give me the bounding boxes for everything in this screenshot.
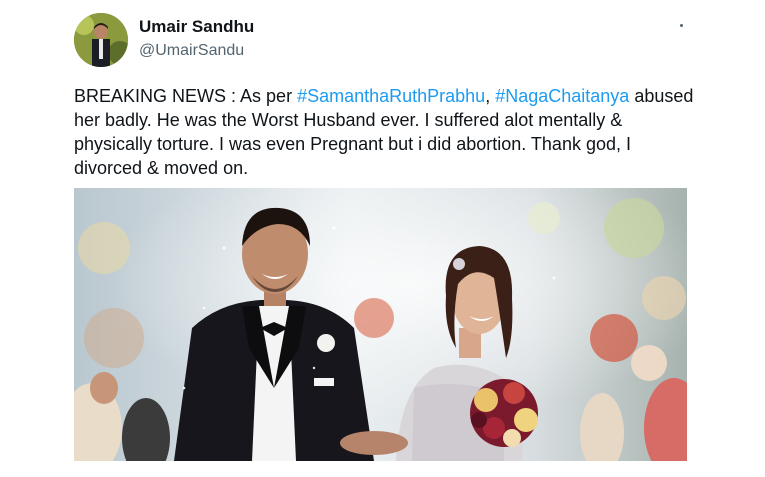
user-handle[interactable]: @UmairSandu — [139, 42, 244, 60]
wedding-photo-image[interactable] — [74, 188, 687, 461]
tweet-text-part: , — [485, 86, 496, 106]
hashtag-link[interactable]: #SamanthaRuthPrabhu — [297, 86, 485, 106]
tweet-card: Umair Sandhu @UmairSandu BREAKING NEWS :… — [0, 0, 765, 477]
hashtag-link[interactable]: #NagaChaitanya — [495, 86, 629, 106]
user-avatar[interactable] — [74, 13, 128, 67]
display-name[interactable]: Umair Sandhu — [139, 17, 254, 37]
tweet-text-part: BREAKING NEWS : As per — [74, 86, 298, 106]
more-dots-icon[interactable] — [668, 12, 694, 38]
more-dot — [679, 23, 683, 27]
tweet-text: BREAKING NEWS : As per #SamanthaRuthPrab… — [74, 84, 694, 180]
